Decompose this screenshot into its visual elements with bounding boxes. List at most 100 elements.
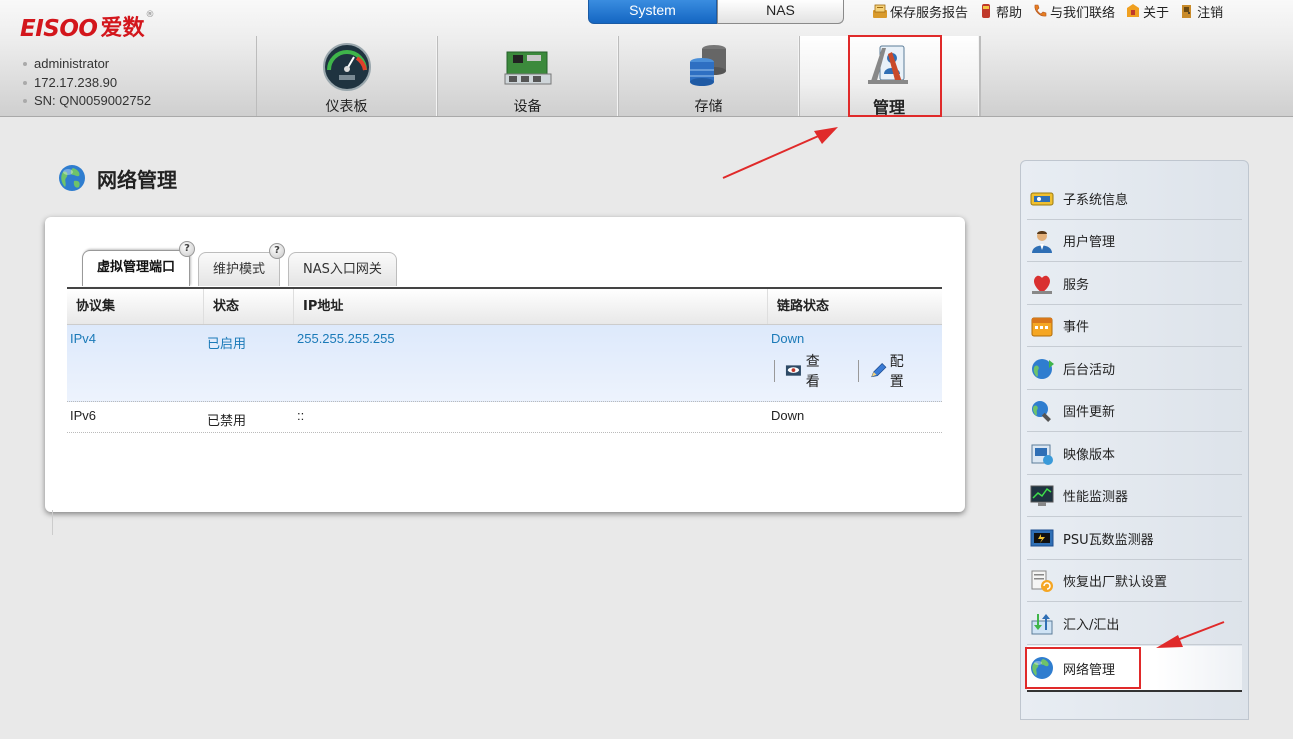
user-icon bbox=[1032, 230, 1052, 253]
configure-pencil-icon bbox=[871, 362, 887, 378]
network-globe-icon bbox=[59, 165, 85, 191]
content-panel: 虚拟管理端口 ? 维护模式 ? NAS入口网关 协议集 状态 IP地址 链路状态… bbox=[45, 217, 965, 512]
side-item-background-activity[interactable]: 后台活动 bbox=[1027, 348, 1242, 390]
system-ip: 172.17.238.90 bbox=[20, 74, 151, 93]
column-header-ip[interactable]: IP地址 bbox=[294, 289, 768, 324]
nav-tab-dashboard-label: 仪表板 bbox=[325, 99, 368, 115]
firmware-update-icon bbox=[1032, 400, 1051, 422]
page-title: 网络管理 bbox=[57, 163, 177, 193]
cell-ip: :: bbox=[297, 408, 305, 423]
side-item-image-version[interactable]: 映像版本 bbox=[1027, 433, 1242, 475]
configure-label: 配置 bbox=[889, 354, 904, 390]
page-title-text: 网络管理 bbox=[97, 167, 177, 192]
tab-nas-gateway[interactable]: NAS入口网关 bbox=[288, 252, 397, 286]
panel-edge-divider bbox=[52, 510, 53, 535]
column-header-protocol[interactable]: 协议集 bbox=[67, 289, 204, 324]
performance-monitor-icon bbox=[1030, 485, 1054, 506]
tab-nas-gateway-label: NAS入口网关 bbox=[303, 262, 382, 277]
psu-monitor-icon bbox=[1030, 529, 1054, 546]
side-item-events[interactable]: 事件 bbox=[1027, 305, 1242, 347]
view-button[interactable]: 查看 bbox=[774, 354, 842, 390]
nav-tab-divider bbox=[979, 36, 981, 116]
system-user: administrator bbox=[20, 55, 151, 74]
side-item-label: 性能监测器 bbox=[1063, 490, 1129, 505]
side-item-label: 恢复出厂默认设置 bbox=[1063, 575, 1168, 590]
view-label: 查看 bbox=[805, 354, 820, 390]
contact-label: 与我们联络 bbox=[1050, 5, 1116, 21]
save-report-icon bbox=[873, 4, 887, 18]
about-link[interactable]: 关于 bbox=[1125, 2, 1169, 21]
sub-tabs: 虚拟管理端口 ? 维护模式 ? NAS入口网关 bbox=[82, 241, 405, 286]
annotation-box-management-tab bbox=[848, 35, 942, 117]
about-icon bbox=[1127, 4, 1140, 17]
device-board-icon bbox=[504, 51, 551, 85]
configure-button[interactable]: 配置 bbox=[858, 354, 926, 390]
contact-link[interactable]: 与我们联络 bbox=[1032, 2, 1115, 21]
column-header-link[interactable]: 链路状态 bbox=[768, 289, 942, 324]
help-link[interactable]: 帮助 bbox=[978, 2, 1022, 21]
side-item-service[interactable]: 服务 bbox=[1027, 263, 1242, 305]
logout-label: 注销 bbox=[1197, 5, 1224, 21]
factory-reset-icon bbox=[1031, 570, 1053, 592]
image-version-icon bbox=[1031, 444, 1053, 465]
phone-icon bbox=[1034, 4, 1047, 17]
side-item-label: 汇入/汇出 bbox=[1063, 618, 1120, 633]
nav-tab-device[interactable]: 设备 bbox=[437, 36, 618, 116]
side-item-firmware-update[interactable]: 固件更新 bbox=[1027, 390, 1242, 432]
annotation-arrow-top bbox=[722, 127, 838, 179]
nav-tab-dashboard[interactable]: 仪表板 bbox=[256, 36, 437, 116]
logout-icon bbox=[1182, 5, 1192, 18]
save-report-label: 保存服务报告 bbox=[890, 5, 969, 21]
top-header: EISOO 爱数 ® administrator 172.17.238.90 S… bbox=[0, 0, 1293, 117]
import-export-icon bbox=[1031, 613, 1053, 634]
logout-link[interactable]: 注销 bbox=[1179, 2, 1223, 21]
side-item-performance-monitor[interactable]: 性能监测器 bbox=[1027, 475, 1242, 517]
mode-switch: System NAS bbox=[588, 0, 844, 24]
tab-virtual-mgmt-port[interactable]: 虚拟管理端口 ? bbox=[82, 241, 196, 286]
side-item-label: 后台活动 bbox=[1063, 363, 1116, 378]
tab-maintenance-mode[interactable]: 维护模式 ? bbox=[198, 243, 286, 286]
cell-status: 已禁用 bbox=[207, 413, 247, 428]
tab-maintenance-mode-label: 维护模式 bbox=[213, 262, 266, 277]
dashboard-gauge-icon bbox=[322, 43, 371, 91]
side-item-label: 服务 bbox=[1063, 278, 1090, 293]
cell-link: Down bbox=[771, 408, 805, 423]
about-label: 关于 bbox=[1143, 5, 1170, 21]
tab-virtual-mgmt-port-label: 虚拟管理端口 bbox=[97, 260, 176, 275]
row-actions: 查看 配置 bbox=[774, 354, 942, 390]
cell-ip: 255.255.255.255 bbox=[297, 331, 395, 346]
cell-protocol: IPv4 bbox=[70, 331, 97, 346]
table-row[interactable]: IPv6 已禁用 :: Down bbox=[67, 402, 942, 433]
annotation-box-network-management bbox=[1025, 647, 1141, 689]
side-item-factory-reset[interactable]: 恢复出厂默认设置 bbox=[1027, 560, 1242, 602]
brand-logo: EISOO 爱数 ® bbox=[20, 10, 154, 42]
system-serial: SN: QN0059002752 bbox=[20, 92, 151, 111]
help-icon bbox=[982, 4, 991, 18]
help-badge-icon[interactable]: ? bbox=[269, 243, 286, 259]
cell-status: 已启用 bbox=[207, 336, 247, 351]
system-mode-button[interactable]: System bbox=[588, 0, 717, 24]
storage-database-icon bbox=[689, 45, 726, 86]
annotation-arrow-side bbox=[1156, 621, 1225, 648]
logo-registered-mark: ® bbox=[145, 10, 155, 20]
table-row[interactable]: IPv4 已启用 255.255.255.255 Down 查看 配置 bbox=[67, 325, 942, 402]
side-item-psu-monitor[interactable]: PSU瓦数监测器 bbox=[1027, 518, 1242, 560]
side-item-label: 固件更新 bbox=[1063, 405, 1116, 420]
side-item-label: PSU瓦数监测器 bbox=[1063, 533, 1154, 548]
side-item-user-management[interactable]: 用户管理 bbox=[1027, 220, 1242, 262]
column-header-status[interactable]: 状态 bbox=[204, 289, 294, 324]
service-icon bbox=[1032, 275, 1052, 294]
logo-text-en: EISOO bbox=[20, 16, 98, 42]
table-header: 协议集 状态 IP地址 链路状态 bbox=[67, 289, 942, 325]
nav-tab-storage[interactable]: 存储 bbox=[618, 36, 799, 116]
system-info: administrator 172.17.238.90 SN: QN005900… bbox=[20, 55, 151, 111]
help-badge-icon[interactable]: ? bbox=[179, 241, 196, 257]
side-item-label: 用户管理 bbox=[1063, 235, 1116, 250]
port-table: 协议集 状态 IP地址 链路状态 IPv4 已启用 255.255.255.25… bbox=[67, 287, 942, 433]
side-item-label: 子系统信息 bbox=[1063, 193, 1129, 208]
top-links: 保存服务报告 帮助 与我们联络 关于 注销 bbox=[872, 0, 1233, 22]
nas-mode-button[interactable]: NAS bbox=[717, 0, 844, 24]
save-report-link[interactable]: 保存服务报告 bbox=[872, 2, 968, 21]
side-item-subsystem-info[interactable]: 子系统信息 bbox=[1027, 178, 1242, 220]
cell-protocol: IPv6 bbox=[70, 408, 97, 423]
